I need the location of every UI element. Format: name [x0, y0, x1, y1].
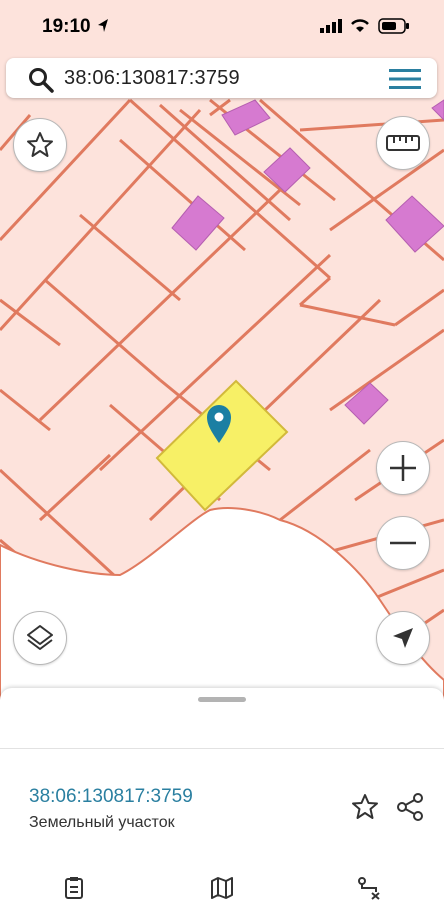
menu-icon[interactable]	[389, 68, 421, 90]
status-icons	[320, 18, 410, 34]
signal-icon	[320, 19, 342, 33]
status-bar: 19:10	[0, 0, 444, 54]
battery-icon	[378, 18, 409, 34]
search-icon[interactable]	[28, 67, 54, 93]
share-icon	[397, 793, 423, 821]
navigation-icon	[393, 628, 413, 648]
search-bar[interactable]: 38:06:130817:3759	[6, 58, 437, 98]
parcel-cadastral-number[interactable]: 38:06:130817:3759	[29, 786, 193, 808]
star-icon	[352, 794, 378, 819]
search-input[interactable]: 38:06:130817:3759	[64, 67, 240, 90]
tab-objects[interactable]	[44, 876, 104, 900]
sheet-grab-handle[interactable]	[198, 697, 246, 702]
route-icon	[358, 877, 380, 900]
sheet-divider	[0, 748, 444, 749]
star-icon	[27, 132, 53, 157]
tab-map[interactable]	[192, 876, 252, 900]
zoom-out-button[interactable]	[376, 516, 430, 570]
layers-button[interactable]	[13, 611, 67, 665]
layers-icon	[27, 625, 53, 650]
plus-icon	[390, 455, 416, 481]
favorite-button[interactable]	[13, 118, 67, 172]
map-icon	[211, 877, 233, 899]
minus-icon	[390, 541, 416, 545]
parcel-info-sheet[interactable]: 38:06:130817:3759 Земельный участок	[0, 688, 444, 910]
my-location-button[interactable]	[376, 611, 430, 665]
parcel-type-label: Земельный участок	[29, 814, 175, 831]
tab-settings[interactable]	[339, 876, 399, 900]
zoom-in-button[interactable]	[376, 441, 430, 495]
clipboard-icon	[65, 877, 83, 899]
ruler-icon	[386, 135, 420, 151]
favorite-parcel-button[interactable]	[349, 791, 381, 823]
ruler-button[interactable]	[376, 116, 430, 170]
share-button[interactable]	[394, 791, 426, 823]
status-time: 19:10	[42, 16, 91, 37]
location-arrow-icon	[98, 19, 108, 32]
bottom-tab-bar	[0, 864, 444, 910]
wifi-icon	[351, 19, 369, 32]
